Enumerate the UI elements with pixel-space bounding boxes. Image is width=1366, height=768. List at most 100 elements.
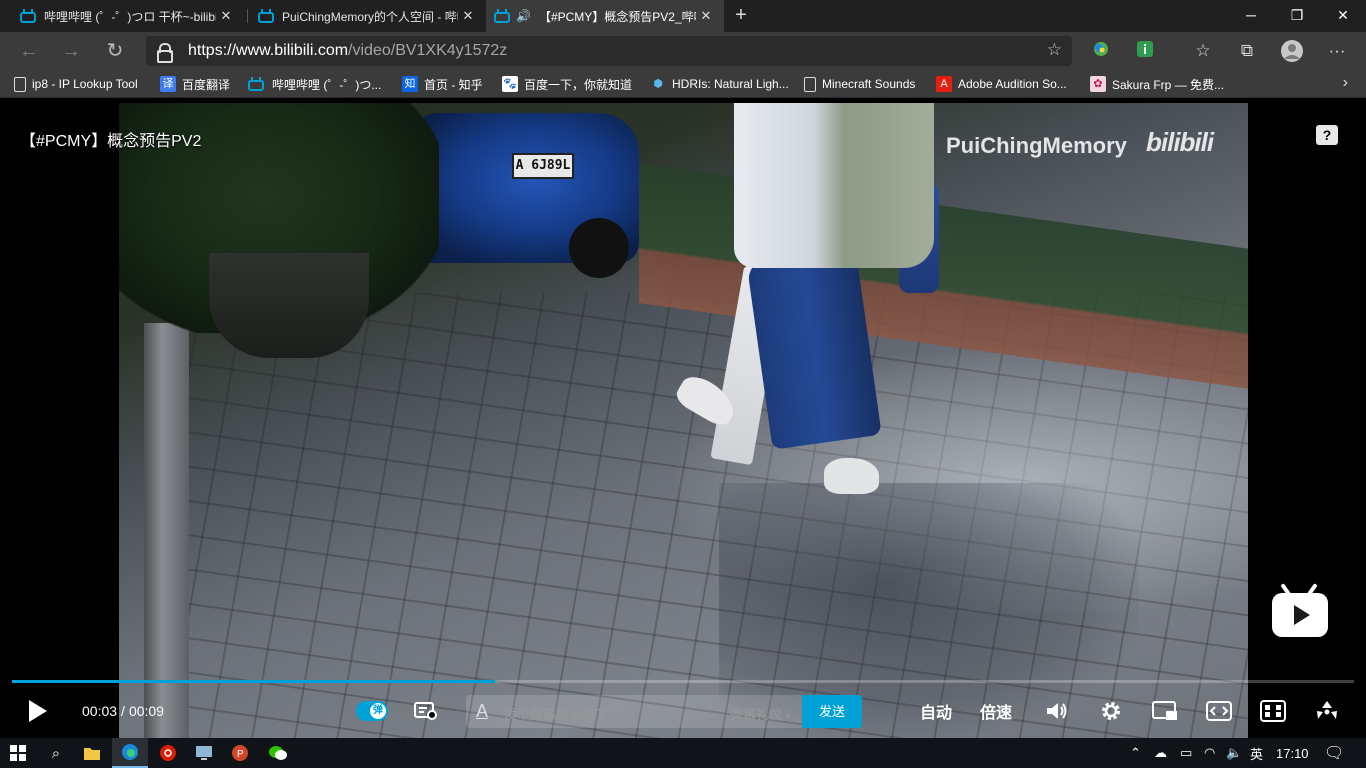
- video-scene-person: [734, 103, 934, 268]
- more-menu-icon[interactable]: ···: [1326, 40, 1348, 62]
- restore-button[interactable]: ❐: [1274, 0, 1320, 32]
- notification-center-icon[interactable]: 🗨: [1324, 738, 1344, 768]
- extension-icon[interactable]: [1090, 40, 1112, 62]
- danmaku-toggle[interactable]: 弹: [356, 695, 388, 727]
- bilibili-watermark: bilibili: [1146, 127, 1214, 157]
- send-danmaku-button[interactable]: 发送: [802, 695, 862, 728]
- bookmark-baidu-translate[interactable]: 译 百度翻译: [160, 75, 230, 93]
- play-icon: [29, 700, 47, 722]
- audio-playing-icon[interactable]: 🔊: [516, 9, 531, 23]
- collections-icon[interactable]: ⧉: [1236, 40, 1258, 62]
- close-tab-icon[interactable]: ✕: [458, 8, 478, 24]
- help-button[interactable]: ?: [1316, 125, 1338, 145]
- tab-separator: [247, 9, 248, 23]
- remote-desktop-icon[interactable]: [186, 738, 222, 768]
- danmaku-input[interactable]: A 发个弹幕见证当下 弹幕礼仪 ›: [466, 695, 802, 728]
- bookmarks-overflow-chevron-icon[interactable]: ›: [1343, 74, 1348, 92]
- battery-icon[interactable]: ▭: [1180, 738, 1192, 768]
- tab-puichingmemory-space[interactable]: PuiChingMemory的个人空间 - 哔哩哔哩 ✕: [250, 0, 486, 32]
- netease-music-icon[interactable]: [150, 738, 186, 768]
- bookmark-zhihu[interactable]: 知 首页 - 知乎: [402, 75, 483, 93]
- bookmarks-bar: ip8 - IP Lookup Tool 译 百度翻译 哔哩哔哩 (゜-゜)つ.…: [0, 70, 1366, 98]
- show-hidden-icons-chevron-icon[interactable]: ⌃: [1130, 738, 1141, 768]
- info-extension-icon[interactable]: [1134, 40, 1156, 62]
- bilibili-tv-icon[interactable]: [1272, 583, 1328, 639]
- speaker-icon[interactable]: 🔈: [1226, 738, 1242, 768]
- search-icon[interactable]: ⌕: [38, 738, 74, 768]
- new-tab-button[interactable]: +: [728, 0, 754, 32]
- bookmark-baidu[interactable]: 🐾 百度一下，你就知道: [502, 75, 632, 93]
- progress-bar[interactable]: [12, 680, 1354, 683]
- tab-pcmy-video[interactable]: 🔊 【#PCMY】概念预告PV2_哔哩哔哩 ✕: [486, 0, 724, 32]
- page-icon: [804, 76, 816, 92]
- bookmark-hdris[interactable]: ⬢ HDRIs: Natural Ligh...: [650, 75, 789, 93]
- danmaku-placeholder: 发个弹幕见证当下: [504, 707, 609, 722]
- picture-in-picture-icon[interactable]: [1150, 695, 1180, 727]
- windows-taskbar: ⌕ P ⌃ ☁ ▭ ◠ 🔈 英 17:10 🗨: [0, 738, 1366, 768]
- lock-icon[interactable]: [156, 43, 173, 63]
- minimize-button[interactable]: ─: [1228, 0, 1274, 32]
- profile-avatar[interactable]: [1281, 40, 1303, 62]
- page-icon: [14, 76, 26, 92]
- video-frame[interactable]: A 6J89L: [119, 103, 1248, 738]
- danmaku-settings-icon[interactable]: [412, 695, 440, 727]
- bookmark-minecraft-sounds[interactable]: Minecraft Sounds: [804, 75, 915, 93]
- text-style-icon[interactable]: A: [476, 701, 488, 722]
- danmaku-etiquette-link[interactable]: 弹幕礼仪 ›: [730, 704, 790, 723]
- quality-auto-button[interactable]: 自动: [920, 695, 952, 727]
- svg-text:P: P: [237, 749, 244, 760]
- back-button[interactable]: ←: [14, 36, 44, 66]
- time-display: 00:03 / 00:09: [82, 695, 168, 727]
- playback-speed-button[interactable]: 倍速: [980, 695, 1012, 727]
- time-separator: /: [121, 703, 125, 719]
- bookmark-adobe-audition[interactable]: A Adobe Audition So...: [936, 75, 1067, 93]
- current-time: 00:03: [82, 703, 118, 719]
- settings-gear-icon[interactable]: [1096, 695, 1126, 727]
- clock[interactable]: 17:10: [1276, 738, 1309, 768]
- tab-bar: 哔哩哔哩 (゜-゜)つロ 干杯~-bilibili ✕ PuiChingMemo…: [0, 0, 1366, 32]
- wifi-icon[interactable]: ◠: [1204, 738, 1215, 768]
- refresh-button[interactable]: ↻: [100, 36, 130, 66]
- edge-taskbar-icon[interactable]: [112, 738, 148, 768]
- video-scene-curb: [144, 323, 189, 738]
- baidu-icon: 🐾: [502, 76, 518, 92]
- progress-fill: [12, 680, 496, 683]
- browser-toolbar: ← → ↻ https://www.bilibili.com/video/BV1…: [0, 32, 1366, 70]
- volume-icon[interactable]: [1042, 695, 1072, 727]
- widescreen-icon[interactable]: [1204, 695, 1234, 727]
- channel-watermark: PuiChingMemory: [946, 133, 1127, 158]
- bookmark-sakura-frp[interactable]: ✿ Sakura Frp — 免费...: [1090, 75, 1224, 93]
- web-fullscreen-icon[interactable]: [1258, 695, 1288, 727]
- sakura-icon: ✿: [1090, 76, 1106, 92]
- input-method-indicator[interactable]: 英: [1250, 738, 1263, 768]
- forward-button[interactable]: →: [56, 36, 86, 66]
- close-tab-icon[interactable]: ✕: [696, 8, 716, 24]
- video-player[interactable]: A 6J89L 【#PCMY】概念预告PV2 PuiChingMemory bi…: [0, 103, 1366, 738]
- play-button[interactable]: [24, 695, 52, 727]
- fullscreen-icon[interactable]: [1312, 695, 1342, 727]
- bookmark-ip8[interactable]: ip8 - IP Lookup Tool: [14, 75, 138, 93]
- video-scene-wheel: [569, 218, 629, 278]
- close-tab-icon[interactable]: ✕: [216, 8, 236, 24]
- start-button[interactable]: [0, 738, 36, 768]
- url-text[interactable]: https://www.bilibili.com/video/BV1XK4y15…: [188, 42, 507, 60]
- duration: 00:09: [128, 703, 164, 719]
- file-explorer-icon[interactable]: [74, 738, 110, 768]
- adobe-icon: A: [936, 76, 952, 92]
- address-bar[interactable]: https://www.bilibili.com/video/BV1XK4y15…: [146, 36, 1072, 66]
- video-scene-shoe: [824, 458, 879, 494]
- close-window-button[interactable]: ✕: [1320, 0, 1366, 32]
- favorite-star-icon[interactable]: ☆: [1047, 40, 1062, 60]
- translate-icon: 译: [160, 76, 176, 92]
- video-scene-pot: [209, 253, 369, 358]
- bilibili-icon: [20, 9, 36, 23]
- powerpoint-icon[interactable]: P: [222, 738, 258, 768]
- tab-bilibili-home[interactable]: 哔哩哔哩 (゜-゜)つロ 干杯~-bilibili ✕: [12, 0, 244, 32]
- wechat-icon[interactable]: [260, 738, 296, 768]
- windows-logo-icon: [10, 745, 26, 761]
- video-title: 【#PCMY】概念预告PV2: [20, 133, 202, 150]
- onedrive-cloud-icon[interactable]: ☁: [1154, 738, 1167, 768]
- bookmark-bilibili[interactable]: 哔哩哔哩 (゜-゜)つ...: [248, 75, 381, 93]
- license-plate: A 6J89L: [512, 153, 574, 179]
- favorites-icon[interactable]: ☆: [1192, 40, 1214, 62]
